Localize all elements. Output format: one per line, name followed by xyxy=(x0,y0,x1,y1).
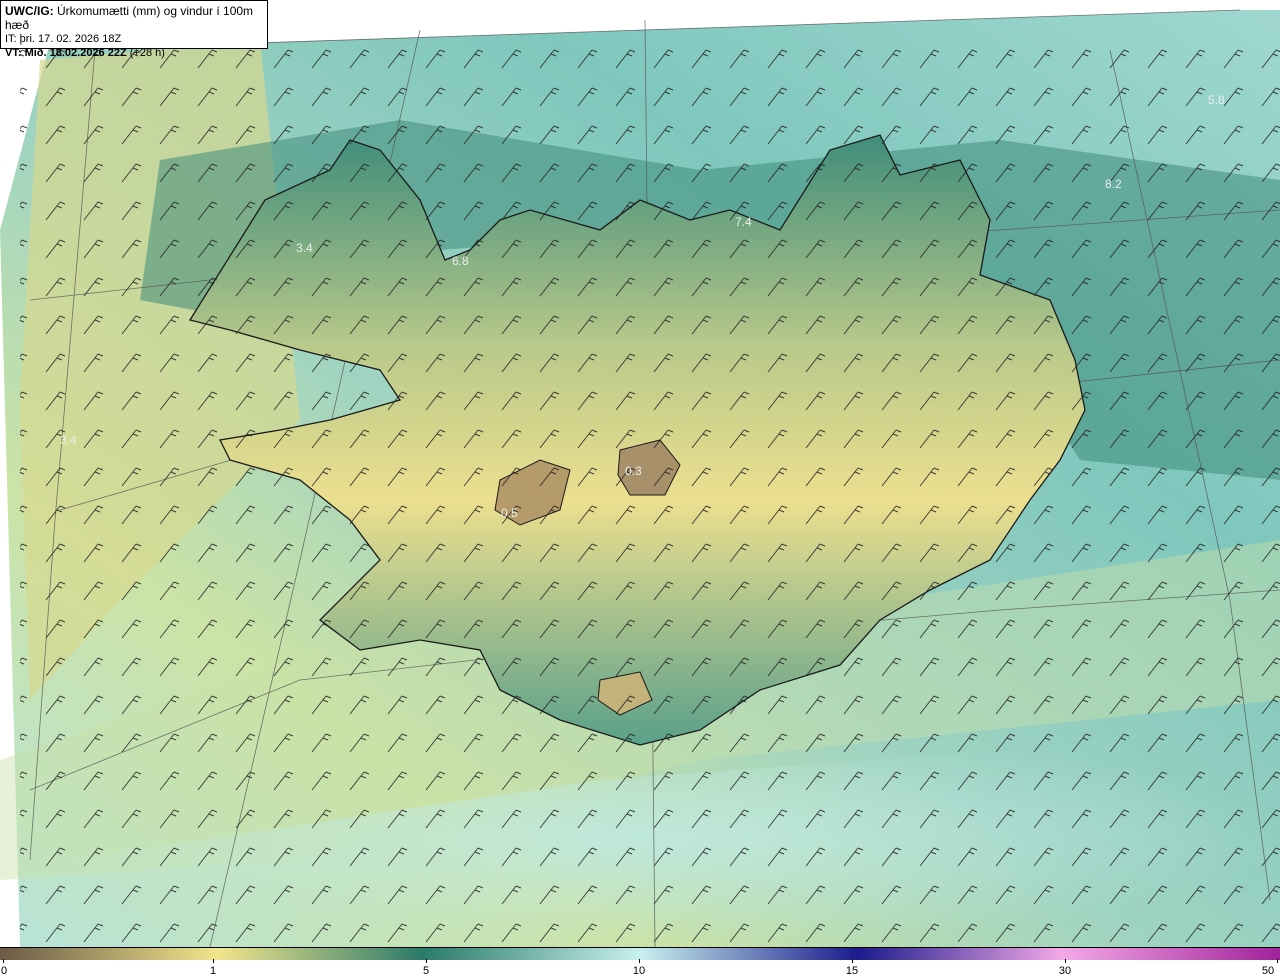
colorbar-tick: 15 xyxy=(845,965,859,977)
colorbar-gradient xyxy=(0,948,1280,960)
lead-time: (+28 h) xyxy=(129,47,165,59)
map-label: 7.4 xyxy=(735,215,752,229)
valid-label: VT: xyxy=(5,47,22,59)
colorbar: 0 1 5 10 15 30 50 xyxy=(0,947,1280,978)
map-info-box: UWC/IG: Úrkomumætti (mm) og vindur í 100… xyxy=(0,0,268,59)
map-label: 0.5 xyxy=(501,506,518,520)
colorbar-tick: 50 xyxy=(1261,965,1275,977)
map-label: 6.8 xyxy=(452,254,469,268)
colorbar-tick: 10 xyxy=(632,965,646,977)
init-time: IT: þri. 17. 02. 2026 18Z xyxy=(5,33,122,45)
map-label: 8.2 xyxy=(1105,177,1122,191)
map-label: 3.4 xyxy=(60,433,77,447)
map-label: 0.3 xyxy=(625,464,642,478)
model-label: UWC/IG: xyxy=(5,4,54,18)
colorbar-tick: 0 xyxy=(0,965,8,977)
colorbar-tick: 1 xyxy=(209,965,217,977)
precipitation-wind-map: 3.4 6.8 7.4 5.8 8.2 3.4 0.5 0.3 xyxy=(0,0,1280,947)
map-label: 5.8 xyxy=(1208,93,1225,107)
valid-time: Mið. 18.02.2026 22Z xyxy=(24,47,127,59)
colorbar-tick: 30 xyxy=(1058,965,1072,977)
map-label: 3.4 xyxy=(296,241,313,255)
colorbar-tick: 5 xyxy=(422,965,430,977)
